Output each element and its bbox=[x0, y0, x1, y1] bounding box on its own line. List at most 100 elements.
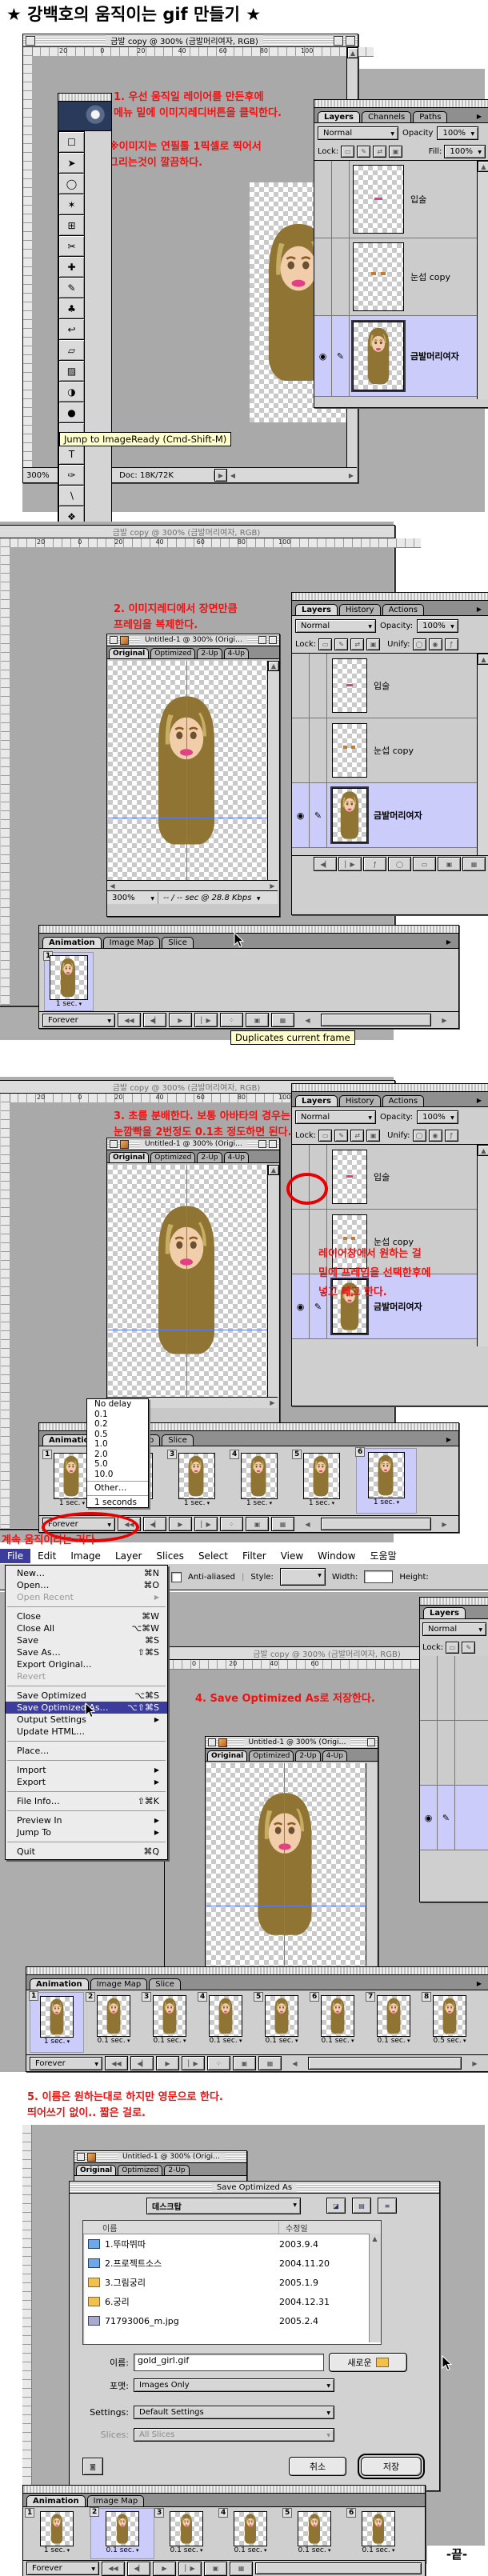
file-row[interactable]: 71793006_m.jpg 2005.2.4 bbox=[83, 2311, 381, 2330]
pen-tool-icon[interactable]: ✑ bbox=[58, 464, 85, 486]
link-well[interactable] bbox=[438, 1721, 455, 1785]
duplicate-frame-button[interactable]: ▣ bbox=[246, 1013, 269, 1027]
palette-drag-bar[interactable] bbox=[314, 100, 488, 108]
scroll-up-icon[interactable]: ▲ bbox=[478, 654, 488, 665]
frame-delay[interactable]: 0.1 sec. bbox=[199, 2037, 252, 2045]
trash-icon[interactable]: ▦ bbox=[271, 1517, 294, 1531]
menu-item-save-as[interactable]: Save As…⇧⌘S bbox=[6, 1646, 167, 1658]
menu-item-new[interactable]: New…⌘N bbox=[6, 1567, 167, 1579]
zoom-box-icon[interactable] bbox=[367, 1738, 375, 1746]
frame-6-selected[interactable]: 6 1 sec. bbox=[356, 1448, 417, 1514]
zoom-box-icon[interactable] bbox=[258, 1140, 266, 1148]
tween-icon[interactable]: ⁘ bbox=[220, 1517, 243, 1531]
tab-imagemap[interactable]: Image Map bbox=[103, 937, 161, 948]
menu-item-10-0[interactable]: 10.0 bbox=[87, 1470, 148, 1480]
tab-original[interactable]: Original bbox=[109, 648, 149, 658]
brush-tool-icon[interactable]: ✎ bbox=[58, 277, 85, 298]
doc-vscrollbar[interactable]: ▲ bbox=[267, 661, 278, 880]
cancel-button[interactable]: 취소 bbox=[289, 2457, 346, 2476]
lock-transparency-icon[interactable]: ▭ bbox=[341, 146, 354, 158]
next-frame-icon[interactable]: ▏▶ bbox=[182, 2056, 205, 2070]
doc-vscrollbar[interactable]: ▲ bbox=[267, 1165, 278, 1397]
frame-5[interactable]: 5 0.1 sec. bbox=[284, 2510, 345, 2554]
scroll-up-icon[interactable]: ▲ bbox=[347, 47, 358, 58]
frame-1[interactable]: 1 1 sec. bbox=[26, 2510, 87, 2554]
doc-canvas[interactable] bbox=[108, 1165, 267, 1397]
frame-delay[interactable]: 1 sec. bbox=[231, 1499, 287, 1507]
unify-position-icon[interactable]: ◯ bbox=[413, 638, 426, 650]
doc-canvas[interactable] bbox=[206, 1763, 366, 1966]
frame-2-selected[interactable]: 2 0.1 sec. bbox=[90, 2508, 154, 2559]
frame-delay[interactable]: 1 sec. bbox=[45, 1000, 93, 1008]
palette-drag-bar[interactable] bbox=[39, 926, 458, 934]
frame-1-selected[interactable]: 1 1 sec. bbox=[30, 1992, 84, 2053]
new-set-icon[interactable]: ▭ bbox=[413, 857, 436, 871]
palette-menu-icon[interactable]: ▶ bbox=[442, 935, 455, 948]
location-select[interactable]: 데스크탑 bbox=[146, 2198, 301, 2214]
frame-delay[interactable]: 0.1 sec. bbox=[348, 2546, 409, 2554]
eye-icon[interactable]: ◉ bbox=[292, 783, 310, 847]
link-well[interactable] bbox=[438, 1656, 455, 1720]
layer-mask-icon[interactable]: ◯ bbox=[388, 857, 411, 871]
style-select[interactable] bbox=[280, 1568, 326, 1586]
menu-item-0-1[interactable]: 0.1 bbox=[87, 1410, 148, 1420]
tab-slice[interactable]: Slice bbox=[149, 1978, 181, 1990]
tween-icon[interactable]: ⁘ bbox=[220, 1013, 243, 1027]
opacity-value[interactable]: 100% bbox=[417, 619, 458, 633]
lock-all-icon[interactable]: ▣ bbox=[389, 146, 402, 158]
scroll-right-icon[interactable]: ▶ bbox=[267, 1397, 278, 1410]
doc-vscrollbar[interactable] bbox=[366, 1763, 377, 1966]
tab-imagemap[interactable]: Image Map bbox=[87, 2495, 145, 2506]
format-select[interactable]: Images Only bbox=[134, 2378, 334, 2392]
filename-input[interactable]: gold_girl.gif bbox=[134, 2354, 324, 2371]
eye-icon[interactable]: ◉ bbox=[420, 1786, 438, 1850]
lock-position-icon[interactable]: ⇄ bbox=[350, 638, 364, 650]
next-frame-icon[interactable]: ▏▶ bbox=[194, 1013, 218, 1027]
layer-row-selected[interactable]: ◉✎ bbox=[420, 1786, 488, 1850]
palette-menu-icon[interactable]: ▶ bbox=[442, 1433, 455, 1446]
healing-tool-icon[interactable]: ✚ bbox=[58, 256, 85, 278]
menu-item-current[interactable]: 1 seconds bbox=[87, 1498, 148, 1508]
tab-history[interactable]: History bbox=[339, 1095, 381, 1106]
toolbox-drag-bar[interactable] bbox=[58, 94, 111, 102]
lock-pixels-icon[interactable]: ✎ bbox=[334, 1130, 348, 1142]
frame-5[interactable]: 5 1 sec. bbox=[294, 1451, 350, 1507]
loop-select[interactable]: Forever bbox=[42, 1014, 115, 1027]
play-icon[interactable]: ▶ bbox=[153, 2562, 176, 2576]
tab-2up[interactable]: 2-Up bbox=[295, 1750, 320, 1761]
shortcuts-icon[interactable]: ◙ bbox=[82, 2458, 103, 2475]
eye-well[interactable] bbox=[314, 238, 332, 315]
tab-original[interactable]: Original bbox=[207, 1750, 247, 1761]
layer-row[interactable] bbox=[420, 1656, 488, 1721]
tab-channels[interactable]: Channels bbox=[362, 111, 411, 122]
rewind-icon[interactable]: ◀◀ bbox=[118, 1013, 141, 1027]
window-titlebar-inactive[interactable]: 금발 copy @ 300% (금발머리여자, RGB) bbox=[0, 526, 394, 538]
unify-visibility-icon[interactable]: ◉ bbox=[429, 1130, 442, 1142]
menu-item-preview-in[interactable]: Preview In bbox=[6, 1814, 167, 1826]
menu-item-export-original[interactable]: Export Original… bbox=[6, 1658, 167, 1670]
frame-delay[interactable]: 0.1 sec. bbox=[367, 2037, 420, 2045]
duplicate-frame-button[interactable]: ▣ bbox=[246, 1517, 269, 1531]
unify-position-icon[interactable]: ◯ bbox=[413, 1130, 426, 1142]
menu-item-revert[interactable]: Revert bbox=[6, 1670, 167, 1682]
lock-position-icon[interactable]: ⇄ bbox=[373, 146, 386, 158]
eraser-tool-icon[interactable]: ▱ bbox=[58, 339, 85, 361]
frame-4[interactable]: 4 1 sec. bbox=[231, 1451, 287, 1507]
tab-original[interactable]: Original bbox=[109, 1152, 149, 1162]
frame-3[interactable]: 3 0.1 sec. bbox=[156, 2510, 217, 2554]
lock-transparency-icon[interactable]: ▭ bbox=[318, 1130, 332, 1142]
close-box-icon[interactable] bbox=[77, 2153, 85, 2161]
loop-select[interactable]: Forever bbox=[30, 2057, 102, 2070]
prev-frame-icon[interactable]: ◀▏ bbox=[127, 2562, 150, 2576]
link-well[interactable] bbox=[332, 161, 350, 238]
collapse-box-icon[interactable] bbox=[269, 1140, 277, 1148]
tab-2up[interactable]: 2-Up bbox=[164, 2165, 189, 2175]
scroll-up-icon[interactable]: ▲ bbox=[478, 1145, 488, 1156]
unify-style-icon[interactable]: ƒ bbox=[445, 638, 458, 650]
scroll-up-icon[interactable]: ▲ bbox=[268, 1165, 279, 1175]
tab-layers[interactable]: Layers bbox=[423, 1607, 466, 1618]
next-frame-icon[interactable]: ▏▶ bbox=[178, 2562, 202, 2576]
column-name[interactable]: 이름 bbox=[83, 2222, 278, 2234]
frame-delay[interactable]: 1 sec. bbox=[169, 1499, 225, 1507]
marquee-tool-icon[interactable]: ☐ bbox=[58, 131, 85, 153]
